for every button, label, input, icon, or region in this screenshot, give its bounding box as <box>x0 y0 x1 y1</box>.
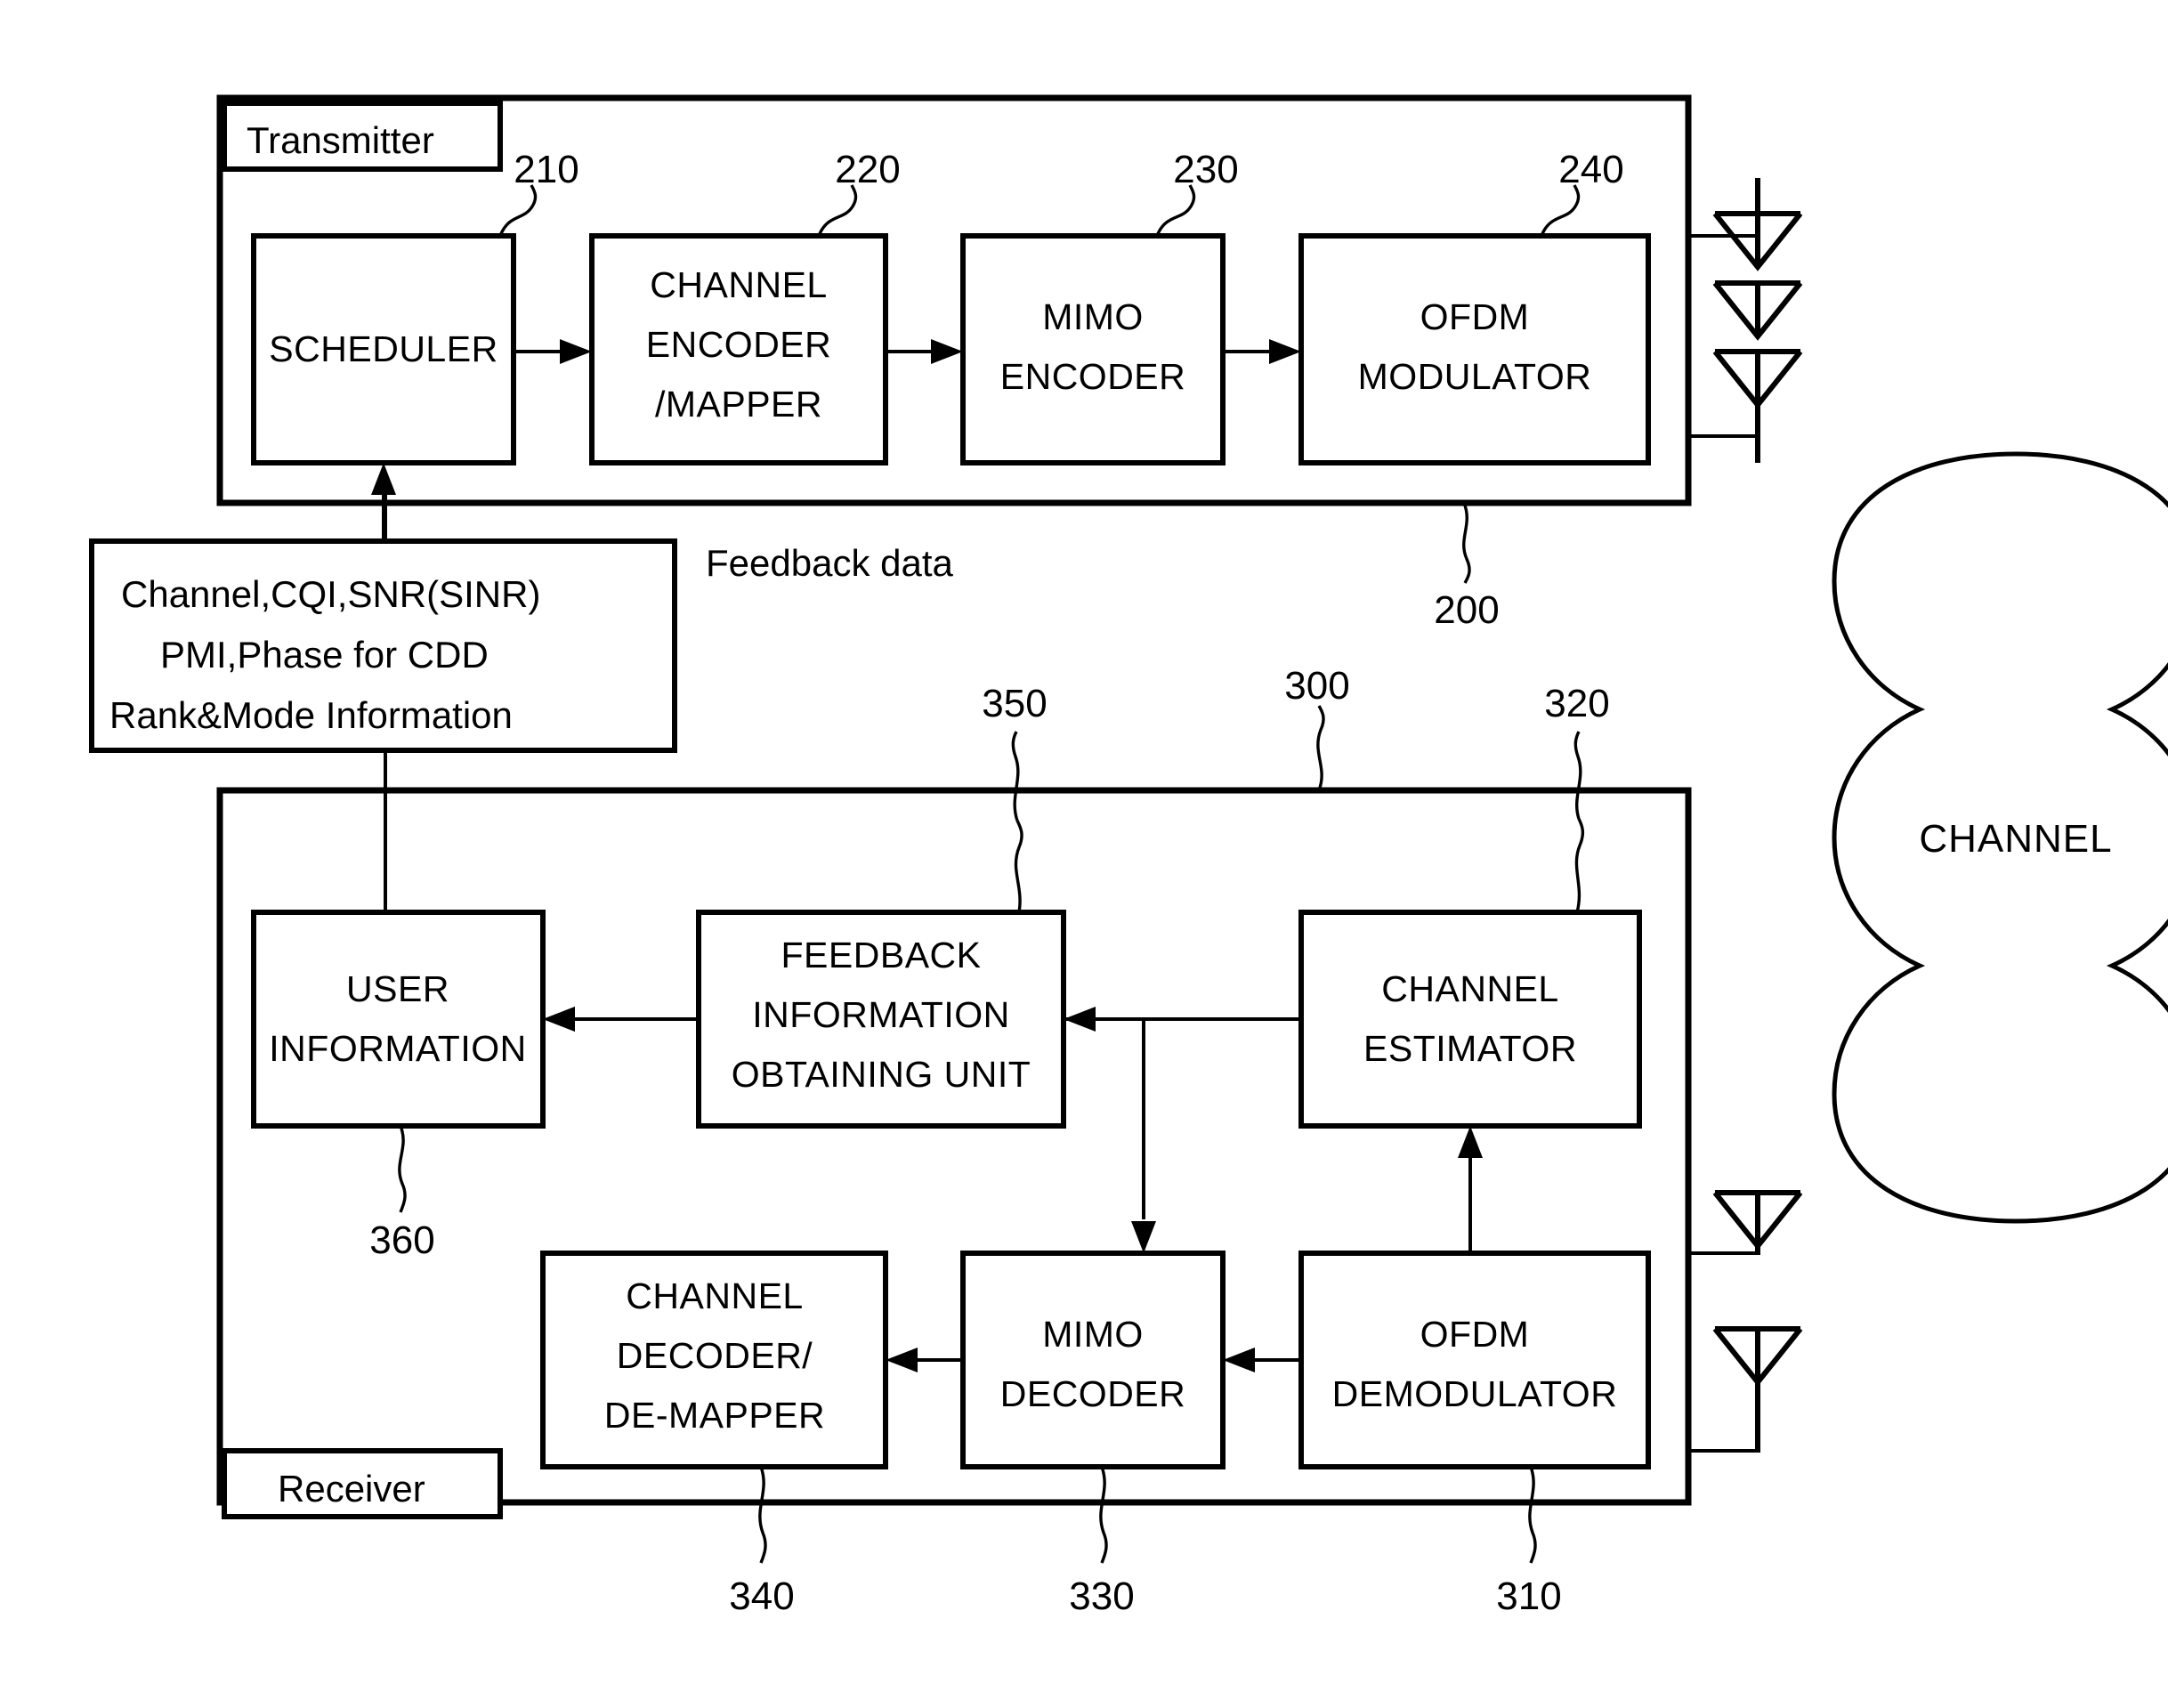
block-user-information[interactable] <box>251 910 546 1129</box>
patent-figure-svg: Transmitter SCHEDULER 210 CHANNEL ENCODE… <box>89 94 2168 1618</box>
arrowhead-fbu-to-user <box>543 1007 575 1032</box>
block-channel-estimator-label-0: CHANNEL <box>1381 968 1558 1009</box>
leader-200 <box>1462 502 1471 584</box>
arrowhead-demod-to-estimator <box>1458 1126 1483 1158</box>
block-mimo-decoder-label-0: MIMO <box>1042 1314 1144 1355</box>
refnum-340: 340 <box>729 1574 794 1618</box>
leader-360 <box>398 1125 407 1213</box>
leader-320 <box>1574 818 1585 913</box>
leader-350 <box>1014 820 1023 913</box>
leader-340 <box>758 1466 767 1564</box>
arrowhead-mimo-to-ofdm <box>1269 339 1301 364</box>
arrowhead-branch-to-mimo-decoder <box>1131 1221 1156 1253</box>
block-mimo-decoder-label-1: DECODER <box>1000 1373 1186 1414</box>
feedback-info-line-2: Rank&Mode Information <box>109 694 513 736</box>
refnum-240: 240 <box>1558 148 1623 191</box>
block-channel-estimator[interactable] <box>1298 910 1642 1129</box>
refnum-350: 350 <box>982 682 1047 725</box>
fbu-label-2: OBTAINING UNIT <box>732 1054 1031 1095</box>
leader-300 <box>1316 705 1325 791</box>
leader-220 <box>817 184 858 237</box>
block-ofdm-demodulator[interactable] <box>1298 1251 1651 1469</box>
block-channel-encoder-mapper-label-2: /MAPPER <box>655 384 822 425</box>
block-channel-decoder-demapper-label-0: CHANNEL <box>626 1275 803 1316</box>
leader-310 <box>1528 1466 1537 1564</box>
refnum-360: 360 <box>369 1218 434 1262</box>
refnum-320: 320 <box>1544 682 1609 725</box>
rx-antenna-2-icon <box>1712 1326 1803 1453</box>
arrowhead-feedback-to-scheduler <box>371 463 396 495</box>
arrowhead-mimo-decoder-to-channel-decoder <box>886 1348 918 1372</box>
block-ofdm-modulator-label-1: MODULATOR <box>1358 356 1592 397</box>
block-mimo-encoder[interactable] <box>960 233 1226 465</box>
leader-320b <box>1573 731 1582 820</box>
feedback-data-caption: Feedback data <box>706 542 954 584</box>
rx-antenna-1-icon <box>1712 1190 1803 1255</box>
block-channel-decoder-demapper-label-1: DECODER/ <box>617 1335 813 1376</box>
block-channel-decoder-demapper-label-2: DE-MAPPER <box>604 1395 825 1436</box>
refnum-330: 330 <box>1069 1574 1134 1618</box>
refnum-310: 310 <box>1496 1574 1561 1618</box>
tx-antenna-1-icon <box>1712 178 1803 271</box>
block-mimo-decoder[interactable] <box>960 1251 1226 1469</box>
receiver-label: Receiver <box>278 1468 425 1510</box>
transmitter-label: Transmitter <box>247 119 434 161</box>
block-ofdm-demodulator-label-0: OFDM <box>1420 1314 1530 1355</box>
feedback-info-line-0: Channel,CQI,SNR(SINR) <box>121 573 540 615</box>
refnum-220: 220 <box>835 148 900 191</box>
block-mimo-encoder-label-0: MIMO <box>1042 296 1144 337</box>
arrowhead-estimator-to-fbu <box>1064 1007 1096 1032</box>
block-channel-encoder-mapper-label-1: ENCODER <box>646 324 832 365</box>
block-ofdm-modulator-label-0: OFDM <box>1420 296 1530 337</box>
leader-240 <box>1540 184 1581 237</box>
arrowhead-encoder-to-mimo <box>931 339 963 364</box>
refnum-230: 230 <box>1173 148 1238 191</box>
arrowhead-scheduler-to-encoder <box>560 339 592 364</box>
fbu-label-1: INFORMATION <box>752 994 1009 1035</box>
block-user-information-label-0: USER <box>346 968 449 1009</box>
block-mimo-encoder-label-1: ENCODER <box>1000 356 1186 397</box>
refnum-200: 200 <box>1434 588 1499 632</box>
block-ofdm-demodulator-label-1: DEMODULATOR <box>1332 1373 1618 1414</box>
leader-350b <box>1011 731 1020 822</box>
leader-330 <box>1099 1466 1108 1564</box>
fbu-label-0: FEEDBACK <box>781 935 982 975</box>
leader-230 <box>1155 184 1196 237</box>
figure-canvas: Transmitter SCHEDULER 210 CHANNEL ENCODE… <box>0 0 2168 1708</box>
block-ofdm-modulator[interactable] <box>1298 233 1651 465</box>
refnum-210: 210 <box>514 148 578 191</box>
channel-cloud-label: CHANNEL <box>1919 817 2112 861</box>
refnum-300: 300 <box>1284 664 1349 708</box>
tx-antenna-2-icon-b <box>1712 349 1803 463</box>
block-user-information-label-1: INFORMATION <box>269 1028 526 1069</box>
feedback-info-line-1: PMI,Phase for CDD <box>160 634 489 676</box>
arrowhead-demod-to-mimo-decoder <box>1223 1348 1255 1372</box>
block-channel-encoder-mapper-label-0: CHANNEL <box>650 264 827 305</box>
block-channel-estimator-label-1: ESTIMATOR <box>1363 1028 1577 1069</box>
block-scheduler-label-0: SCHEDULER <box>269 328 498 369</box>
leader-210 <box>498 184 538 237</box>
